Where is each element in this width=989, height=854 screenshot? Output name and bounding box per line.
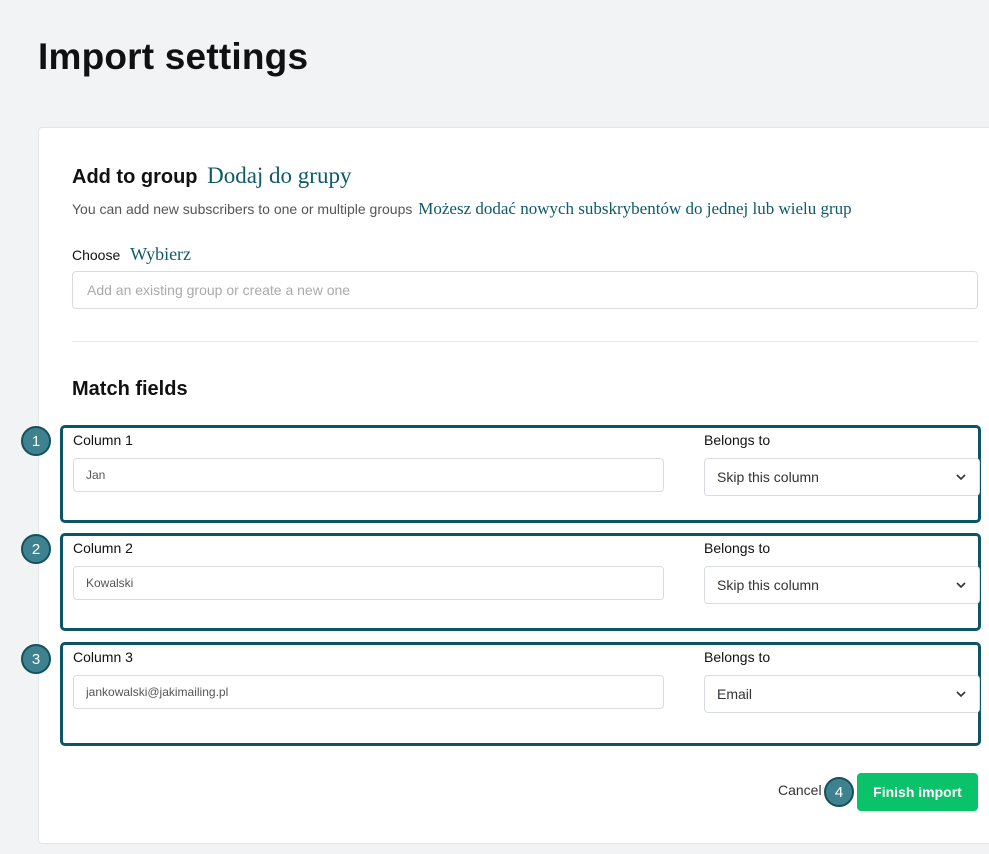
select-value: Email bbox=[717, 686, 753, 702]
import-settings-card: Add to group Dodaj do grupy You can add … bbox=[21, 127, 989, 844]
column-label: Column 2 bbox=[73, 540, 133, 556]
belongs-to-select[interactable]: Skip this column bbox=[704, 566, 980, 604]
add-to-group-description: You can add new subscribers to one or mu… bbox=[72, 199, 852, 219]
add-to-group-subtitle: You can add new subscribers to one or mu… bbox=[72, 201, 413, 217]
match-fields-title: Match fields bbox=[72, 378, 188, 400]
match-row-3: Column 3 Belongs to Email bbox=[60, 642, 981, 746]
add-to-group-translation: Dodaj do grupy bbox=[207, 163, 352, 188]
choose-label-translation: Wybierz bbox=[130, 244, 192, 264]
column-value-field[interactable] bbox=[73, 566, 664, 600]
finish-import-button[interactable]: Finish import bbox=[857, 773, 978, 811]
column-label: Column 3 bbox=[73, 649, 133, 665]
step-badge-3: 3 bbox=[21, 644, 51, 674]
match-row-1: Column 1 Belongs to Skip this column bbox=[60, 425, 981, 523]
belongs-to-select[interactable]: Skip this column bbox=[704, 458, 980, 496]
choose-group-label: Choose Wybierz bbox=[72, 244, 191, 265]
belongs-to-label: Belongs to bbox=[704, 432, 771, 448]
column-value-field[interactable] bbox=[73, 675, 664, 709]
add-to-group-title: Add to group bbox=[72, 166, 198, 188]
belongs-to-label: Belongs to bbox=[704, 540, 771, 556]
add-to-group-subtitle-translation: Możesz dodać nowych subskrybentów do jed… bbox=[418, 199, 852, 218]
belongs-to-label: Belongs to bbox=[704, 649, 771, 665]
select-value: Skip this column bbox=[717, 469, 819, 485]
section-divider bbox=[72, 341, 978, 342]
chevron-down-icon bbox=[955, 471, 967, 483]
step-badge-2: 2 bbox=[21, 534, 51, 564]
chevron-down-icon bbox=[955, 579, 967, 591]
select-value: Skip this column bbox=[717, 577, 819, 593]
page-title: Import settings bbox=[38, 36, 309, 77]
chevron-down-icon bbox=[955, 688, 967, 700]
choose-label-text: Choose bbox=[72, 247, 121, 263]
belongs-to-select[interactable]: Email bbox=[704, 675, 980, 713]
column-label: Column 1 bbox=[73, 432, 133, 448]
step-badge-1: 1 bbox=[21, 426, 51, 456]
match-row-2: Column 2 Belongs to Skip this column bbox=[60, 533, 981, 631]
cancel-button[interactable]: Cancel bbox=[778, 782, 822, 798]
add-to-group-heading: Add to group Dodaj do grupy bbox=[72, 163, 351, 189]
step-badge-4: 4 bbox=[824, 777, 854, 807]
group-search-input[interactable] bbox=[72, 271, 978, 309]
column-value-field[interactable] bbox=[73, 458, 664, 492]
